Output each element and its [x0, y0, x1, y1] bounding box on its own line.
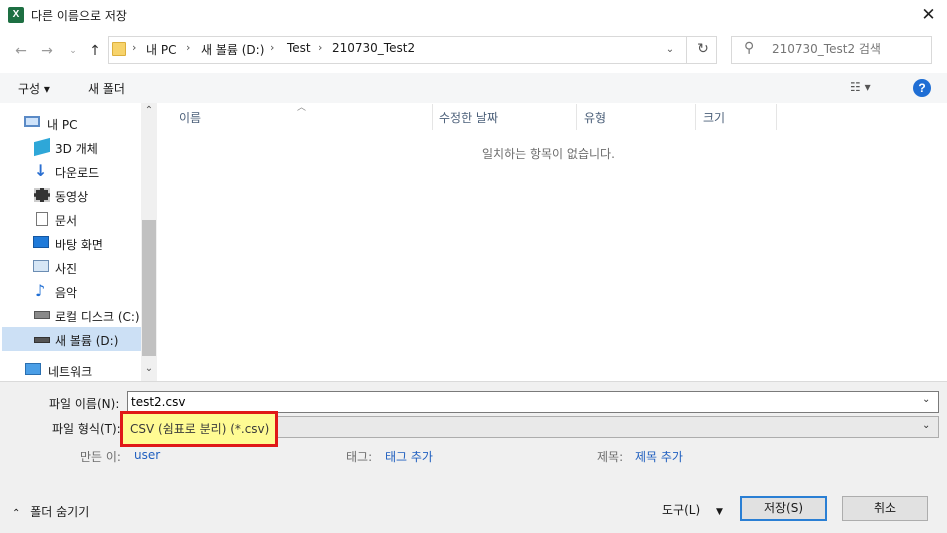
download-arrow-icon: ↓: [34, 161, 48, 180]
cancel-button[interactable]: 취소: [842, 496, 928, 521]
search-icon: ⚲: [744, 40, 755, 56]
author-label: 만든 이:: [80, 450, 121, 464]
scroll-up-chevron-icon[interactable]: ⌃: [141, 105, 157, 116]
computer-icon: [24, 116, 40, 127]
picture-icon: [33, 260, 49, 272]
chevron-up-icon: ⌃: [12, 508, 21, 519]
refresh-icon[interactable]: ↻: [692, 38, 714, 60]
search-input[interactable]: [772, 42, 927, 56]
excel-app-icon: X: [8, 7, 24, 23]
close-button[interactable]: ✕: [910, 0, 947, 31]
nav-item-downloads[interactable]: ↓ 다운로드: [2, 159, 141, 183]
recent-locations-chevron-icon[interactable]: ⌄: [64, 40, 82, 62]
document-icon: [36, 212, 48, 226]
column-header-modified[interactable]: 수정한 날짜: [439, 109, 498, 126]
column-divider[interactable]: [776, 104, 777, 130]
filetype-label: 파일 형식(T):: [52, 422, 121, 436]
new-folder-button[interactable]: 새 폴더: [88, 80, 125, 97]
breadcrumb-chevron-icon[interactable]: ›: [270, 41, 274, 54]
tools-label: 도구(L): [662, 503, 701, 517]
nav-scrollbar-thumb[interactable]: [142, 220, 156, 356]
desktop-icon: [33, 236, 49, 248]
nav-item-3d-objects[interactable]: 3D 개체: [2, 135, 141, 159]
scroll-down-chevron-icon[interactable]: ⌄: [141, 363, 157, 374]
hide-folders-toggle[interactable]: ⌃ 폴더 숨기기: [12, 503, 89, 520]
command-bar: [0, 73, 947, 103]
hide-folders-label: 폴더 숨기기: [30, 505, 90, 519]
address-divider: [686, 37, 687, 63]
tools-button[interactable]: 도구(L) ▼: [662, 501, 723, 518]
breadcrumb-test[interactable]: Test: [287, 41, 311, 55]
up-arrow-icon[interactable]: ↑: [86, 40, 104, 62]
drive-icon: [34, 337, 50, 343]
nav-item-volume-d[interactable]: 새 볼륨 (D:): [2, 327, 141, 351]
nav-item-this-pc[interactable]: 내 PC: [2, 111, 141, 135]
column-header-size[interactable]: 크기: [703, 109, 725, 126]
empty-folder-message: 일치하는 항목이 없습니다.: [482, 147, 615, 161]
column-divider[interactable]: [576, 104, 577, 130]
forward-arrow-icon[interactable]: →: [38, 40, 56, 62]
breadcrumb-this-pc[interactable]: 내 PC: [146, 41, 176, 58]
video-icon: [34, 188, 50, 202]
nav-item-desktop[interactable]: 바탕 화면: [2, 231, 141, 255]
breadcrumb-210730-test2[interactable]: 210730_Test2: [332, 41, 415, 55]
tags-label: 태그:: [346, 450, 373, 464]
music-note-icon: ♪: [35, 281, 46, 300]
nav-item-documents[interactable]: 문서: [2, 207, 141, 231]
filetype-dropdown-chevron-icon[interactable]: ⌄: [922, 420, 930, 431]
column-header-name[interactable]: 이름: [179, 109, 201, 126]
breadcrumb-chevron-icon[interactable]: ›: [186, 41, 190, 54]
save-button[interactable]: 저장(S): [740, 496, 827, 521]
nav-item-local-disk-c[interactable]: 로컬 디스크 (C:): [2, 303, 141, 327]
view-options-icon[interactable]: ☷ ▾: [850, 80, 871, 94]
folder-icon: [112, 42, 126, 56]
3d-objects-icon: [34, 137, 50, 157]
window-title: 다른 이름으로 저장: [31, 9, 127, 23]
back-arrow-icon[interactable]: ←: [12, 40, 30, 62]
filename-dropdown-chevron-icon[interactable]: ⌄: [922, 394, 930, 405]
filetype-selected-value[interactable]: CSV (쉼표로 분리) (*.csv): [130, 420, 269, 437]
breadcrumb-volume-d[interactable]: 새 볼륨 (D:): [201, 41, 264, 58]
sort-ascending-caret-icon: ︿: [297, 103, 307, 113]
nav-item-music[interactable]: ♪ 음악: [2, 279, 141, 303]
author-value[interactable]: user: [134, 448, 160, 462]
help-icon[interactable]: ?: [913, 79, 931, 97]
filename-input[interactable]: [127, 391, 939, 413]
nav-item-pictures[interactable]: 사진: [2, 255, 141, 279]
nav-item-network[interactable]: 네트워크: [2, 358, 141, 382]
column-header-type[interactable]: 유형: [584, 109, 606, 126]
title-label: 제목:: [597, 450, 624, 464]
filename-label: 파일 이름(N):: [49, 397, 120, 411]
column-divider[interactable]: [695, 104, 696, 130]
nav-item-videos[interactable]: 동영상: [2, 183, 141, 207]
column-divider[interactable]: [432, 104, 433, 130]
breadcrumb-chevron-icon[interactable]: ›: [132, 41, 136, 54]
tools-dropdown-caret-icon: ▼: [715, 507, 723, 517]
network-icon: [25, 363, 41, 375]
drive-icon: [34, 311, 50, 319]
address-dropdown-chevron-icon[interactable]: ⌄: [660, 40, 680, 60]
add-tags-link[interactable]: 태그 추가: [385, 448, 433, 465]
breadcrumb-chevron-icon[interactable]: ›: [318, 41, 322, 54]
title-bar: [0, 0, 947, 31]
add-title-link[interactable]: 제목 추가: [635, 448, 683, 465]
organize-button[interactable]: 구성 ▾: [18, 80, 50, 97]
